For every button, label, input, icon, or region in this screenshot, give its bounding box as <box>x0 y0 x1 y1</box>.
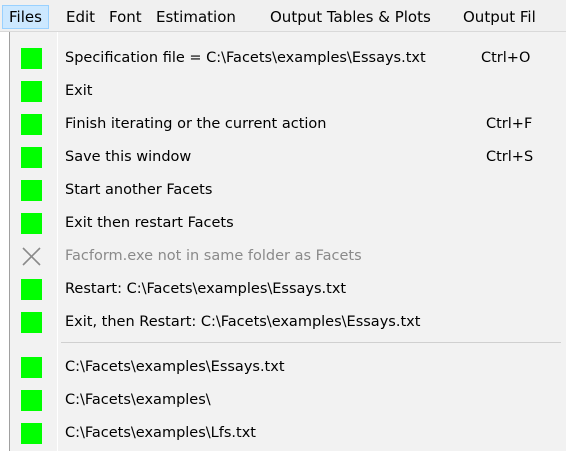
green-square-icon <box>21 312 42 333</box>
menu-output-files[interactable]: Output Fil <box>457 5 542 29</box>
menu-estimation[interactable]: Estimation <box>150 5 242 29</box>
menu-files[interactable]: Files <box>2 5 49 29</box>
menu-item-label: Exit then restart Facets <box>65 215 234 231</box>
green-square-icon <box>21 180 42 201</box>
files-dropdown-menu: Specification file = C:\Facets\examples\… <box>9 32 566 451</box>
menu-separator <box>61 342 561 343</box>
menu-item-shortcut: Ctrl+S <box>486 149 534 165</box>
menu-bar: Files Edit Font Estimation Output Tables… <box>0 0 566 32</box>
green-square-icon <box>21 81 42 102</box>
menu-item-label: Restart: C:\Facets\examples\Essays.txt <box>65 281 347 297</box>
menu-item-label: Facform.exe not in same folder as Facets <box>65 248 362 264</box>
menu-item-shortcut: Ctrl+O <box>481 50 531 66</box>
green-square-icon <box>21 423 42 444</box>
green-square-icon <box>21 147 42 168</box>
green-square-icon <box>21 390 42 411</box>
menu-item-exit-restart-facets[interactable]: Exit then restart Facets <box>10 207 566 240</box>
recent-file-lfs[interactable]: C:\Facets\examples\Lfs.txt <box>10 417 566 450</box>
menu-output-tables-plots[interactable]: Output Tables & Plots <box>264 5 437 29</box>
menu-item-label: Finish iterating or the current action <box>65 116 327 132</box>
green-square-icon <box>21 357 42 378</box>
menu-item-shortcut: Ctrl+F <box>486 116 533 132</box>
menu-item-save-window[interactable]: Save this window Ctrl+S <box>10 141 566 174</box>
menu-item-label: Exit, then Restart: C:\Facets\examples\E… <box>65 314 421 330</box>
menu-item-restart-essays[interactable]: Restart: C:\Facets\examples\Essays.txt <box>10 273 566 306</box>
menu-item-label: C:\Facets\examples\Lfs.txt <box>65 425 256 441</box>
menu-item-exit-then-restart-essays[interactable]: Exit, then Restart: C:\Facets\examples\E… <box>10 306 566 339</box>
menu-item-label: C:\Facets\examples\ <box>65 392 211 408</box>
green-square-icon <box>21 279 42 300</box>
x-icon <box>22 247 41 266</box>
green-square-icon <box>21 114 42 135</box>
green-square-icon <box>21 48 42 69</box>
menu-item-exit[interactable]: Exit <box>10 75 566 108</box>
menu-font[interactable]: Font <box>103 5 148 29</box>
recent-file-examples-folder[interactable]: C:\Facets\examples\ <box>10 384 566 417</box>
menu-item-finish-iterating[interactable]: Finish iterating or the current action C… <box>10 108 566 141</box>
menu-item-label: Specification file = C:\Facets\examples\… <box>65 50 426 66</box>
menu-item-specification-file[interactable]: Specification file = C:\Facets\examples\… <box>10 42 566 75</box>
menu-item-label: Start another Facets <box>65 182 213 198</box>
green-square-icon <box>21 213 42 234</box>
menu-item-label: C:\Facets\examples\Essays.txt <box>65 359 285 375</box>
recent-file-essays[interactable]: C:\Facets\examples\Essays.txt <box>10 351 566 384</box>
menu-item-start-another-facets[interactable]: Start another Facets <box>10 174 566 207</box>
menu-item-label: Save this window <box>65 149 192 165</box>
menu-edit[interactable]: Edit <box>60 5 101 29</box>
menu-item-label: Exit <box>65 83 93 99</box>
menu-item-facform-disabled: Facform.exe not in same folder as Facets <box>10 240 566 273</box>
